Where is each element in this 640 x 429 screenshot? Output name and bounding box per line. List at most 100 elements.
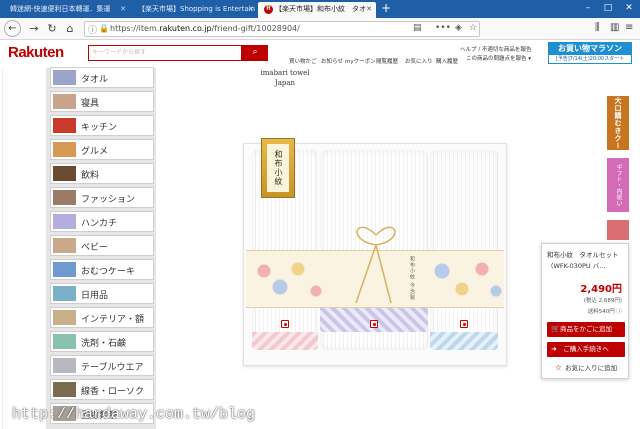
category-drinks[interactable]: 飲料	[50, 163, 154, 184]
header-link-favorites[interactable]: お気に入り	[405, 57, 433, 65]
rakuten-logo[interactable]: Rakuten	[8, 44, 64, 61]
brand-line-1: imabari towel	[260, 69, 310, 77]
url-text: https://item.rakuten.co.jp/friend-gift/1…	[110, 24, 300, 33]
info-icon[interactable]: ⓘ	[88, 23, 97, 36]
tab-2-title: 【楽天市場】Shopping is Entertain	[138, 5, 256, 13]
header-link-orders[interactable]: 購入履歴	[436, 57, 458, 65]
category-sidebar: タオル 寝具 キッチン グルメ 飲料 ファッション ハンカチ ベビー おむつケー…	[46, 67, 156, 429]
category-thumb	[53, 142, 76, 157]
category-label: 飲料	[81, 171, 100, 181]
category-label: キッチン	[81, 123, 118, 133]
library-icon[interactable]: ⫼	[595, 22, 600, 33]
category-label: 洗剤・石鹸	[81, 339, 127, 349]
checkout-label: ご購入手続きへ	[563, 345, 609, 353]
product-name: 和布小紋 タオルセット（WFK-030PU バ…	[547, 251, 619, 270]
report-link[interactable]: この商品の問題点を報告 ▾	[466, 54, 531, 62]
maximize-icon[interactable]: □	[598, 0, 618, 18]
package-sleeve: 和布小紋 今治製	[246, 226, 504, 309]
category-towel[interactable]: タオル	[50, 67, 154, 88]
search-input[interactable]: キーワードから探す	[88, 45, 242, 61]
category-gourmet[interactable]: グルメ	[50, 139, 154, 160]
category-bedding[interactable]: 寝具	[50, 91, 154, 112]
brand-line-2: Japan	[274, 79, 296, 87]
category-label: グルメ	[81, 147, 109, 157]
towel-band-pink	[252, 332, 318, 350]
add-to-favorites-button[interactable]: ☆ お気に入りに追加	[547, 361, 625, 374]
ribbon-icon	[355, 226, 396, 304]
reload-icon[interactable]: ↻	[44, 21, 60, 37]
favorites-label: お気に入りに追加	[565, 364, 618, 372]
product-image[interactable]: 和布小紋 今治製 和布小紋	[243, 138, 507, 366]
rakuten-header: Rakuten キーワードから探す ⌕ 買い物かご お知らせ myクーポン 閲覧…	[0, 41, 640, 68]
add-to-cart-label: 商品をかごに追加	[560, 325, 612, 333]
back-arrow-icon[interactable]: ←	[4, 20, 21, 37]
star-icon: ☆	[554, 363, 563, 372]
browser-window: 韓迷網-快速便利日本轉運．集運 ✕ 【楽天市場】Shopping is Ente…	[0, 0, 640, 429]
marathon-title: お買い物マラソン	[548, 42, 632, 55]
page-actions-icon[interactable]: •••	[435, 23, 451, 33]
category-label: 線香・ローソク	[81, 387, 145, 397]
category-detergent[interactable]: 洗剤・石鹸	[50, 331, 154, 352]
marathon-banner[interactable]: お買い物マラソン [予告]7/14(土)20:00スタート	[548, 42, 632, 64]
category-baby[interactable]: ベビー	[50, 235, 154, 256]
coupon-banner[interactable]: 大口購むきクーポン	[592, 96, 629, 150]
imabari-tag-icon	[370, 320, 378, 328]
category-thumb	[53, 166, 76, 181]
close-window-icon[interactable]: ✕	[619, 0, 639, 18]
category-label: ベビー	[81, 243, 109, 253]
side-banner-3[interactable]	[607, 220, 629, 240]
rakuten-favicon-icon: R	[264, 5, 273, 14]
category-interior[interactable]: インテリア・額	[50, 307, 154, 328]
category-incense[interactable]: 線香・ローソク	[50, 379, 154, 400]
gift-banner[interactable]: ギフト・内祝い	[607, 158, 629, 212]
page-left-border	[2, 68, 3, 429]
address-bar[interactable]: ⓘ 🔒 https://item.rakuten.co.jp/friend-gi…	[84, 21, 480, 37]
category-fashion[interactable]: ファッション	[50, 187, 154, 208]
category-label: 日用品	[81, 291, 109, 301]
header-link-coupon[interactable]: myクーポン	[345, 57, 376, 65]
category-label: ファッション	[81, 195, 136, 205]
category-kitchen[interactable]: キッチン	[50, 115, 154, 136]
header-link-notice[interactable]: お知らせ	[321, 57, 343, 65]
close-tab-icon[interactable]: ✕	[366, 2, 372, 16]
close-tab-icon[interactable]: ✕	[248, 2, 254, 16]
new-tab-icon[interactable]: +	[379, 1, 393, 17]
category-thumb	[53, 262, 76, 277]
category-label: タオル	[81, 75, 109, 85]
category-diaper-cake[interactable]: おむつケーキ	[50, 259, 154, 280]
close-tab-icon[interactable]: ✕	[120, 2, 126, 16]
category-tableware[interactable]: テーブルウエア	[50, 355, 154, 376]
category-label: おむつケーキ	[81, 267, 136, 277]
category-label: テーブルウエア	[81, 363, 144, 373]
checkout-button[interactable]: ➜ ご購入手続きへ	[547, 342, 625, 357]
category-label: インテリア・額	[81, 315, 145, 325]
header-link-cart[interactable]: 買い物かご	[289, 57, 317, 65]
sidebar-icon[interactable]: ▥	[610, 22, 619, 33]
tab-2[interactable]: 【楽天市場】Shopping is Entertain ✕	[132, 2, 258, 18]
forward-arrow-icon[interactable]: →	[26, 21, 42, 37]
header-link-history[interactable]: 閲覧履歴	[376, 57, 398, 65]
bookmark-star-icon[interactable]: ☆	[469, 23, 477, 33]
help-link[interactable]: ヘルプ / 不適切な商品を報告	[460, 45, 531, 53]
tab-bar: 韓迷網-快速便利日本轉運．集運 ✕ 【楽天市場】Shopping is Ente…	[0, 0, 640, 18]
tab-1-title: 韓迷網-快速便利日本轉運．集運	[10, 5, 111, 13]
imabari-tag-icon	[460, 320, 468, 328]
tab-1[interactable]: 韓迷網-快速便利日本轉運．集運 ✕	[4, 2, 130, 18]
search-button[interactable]: ⌕	[242, 45, 268, 61]
product-price: 2,490円	[580, 284, 622, 295]
minimize-icon[interactable]: –	[578, 0, 598, 18]
menu-icon[interactable]: ≡	[625, 22, 633, 33]
home-icon[interactable]: ⌂	[62, 21, 78, 37]
help-icon[interactable]: ⓘ	[616, 309, 622, 315]
tab-3-active[interactable]: R 【楽天市場】和布小紋 タオ ✕	[258, 2, 376, 18]
category-handkerchief[interactable]: ハンカチ	[50, 211, 154, 232]
pocket-icon[interactable]: ◈	[455, 23, 462, 33]
towel-band-blue	[430, 332, 498, 350]
category-thumb	[53, 382, 76, 397]
category-daily-goods[interactable]: 日用品	[50, 283, 154, 304]
add-to-cart-button[interactable]: 🛒 商品をかごに追加	[547, 322, 625, 337]
reader-view-icon[interactable]: ▤	[413, 23, 422, 33]
marathon-subtitle: [予告]7/14(土)20:00スタート	[548, 55, 632, 64]
category-label: 寝具	[81, 99, 100, 109]
category-thumb	[53, 238, 76, 253]
